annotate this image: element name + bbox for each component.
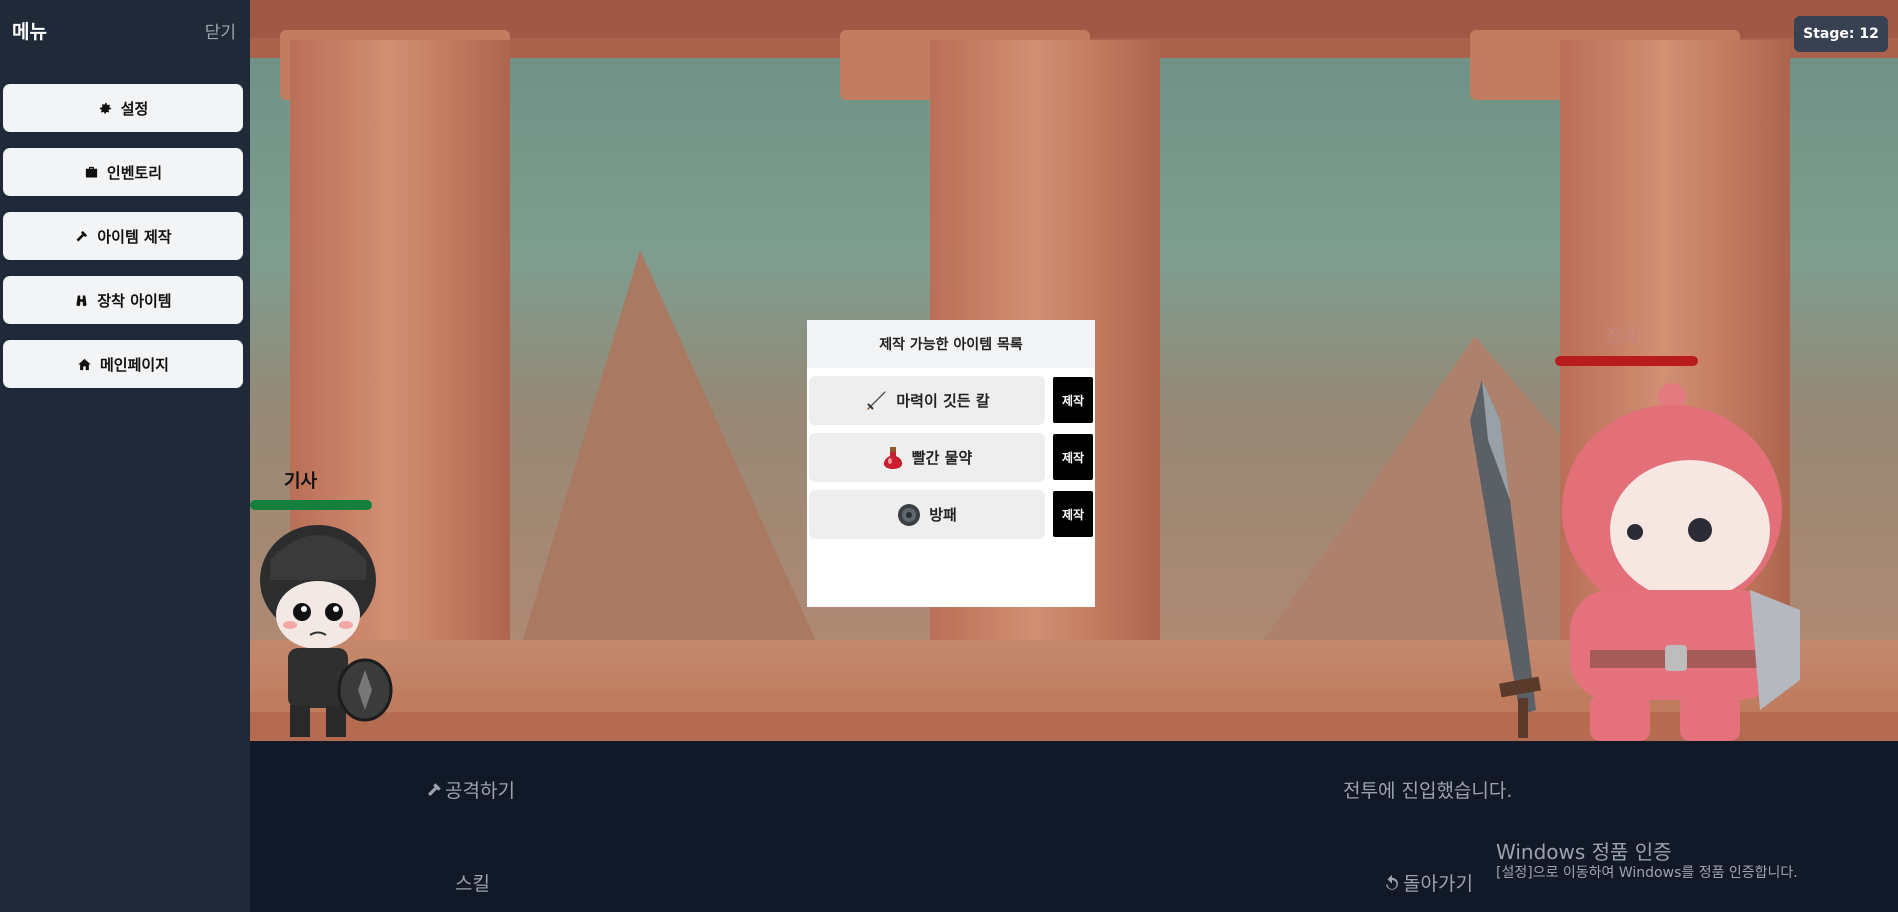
craft-button[interactable]: 제작 — [1053, 491, 1093, 537]
shield-icon — [898, 503, 921, 526]
craft-button[interactable]: 제작 — [1053, 377, 1093, 423]
briefcase-icon — [85, 166, 98, 177]
sidebar: 메뉴 닫기 설정 인벤토리 아이템 제작 장착 아이템 메인페이지 — [0, 0, 250, 912]
skill-button[interactable]: 스킬 — [455, 869, 490, 896]
sidebar-item-inventory[interactable]: 인벤토리 — [3, 148, 243, 196]
windows-activation-title: Windows 정품 인증 — [1496, 840, 1672, 864]
player-hp-bar — [250, 500, 372, 510]
craft-item-row[interactable]: 방패 — [809, 490, 1045, 539]
gear-icon — [99, 102, 111, 114]
craft-item-name: 방패 — [929, 506, 957, 524]
sidebar-item-crafting[interactable]: 아이템 제작 — [3, 212, 243, 260]
craft-dialog-title: 제작 가능한 아이템 목록 — [807, 320, 1095, 368]
windows-activation-subtitle: [설정]으로 이동하여 Windows를 정품 인증합니다. — [1496, 865, 1798, 881]
back-button[interactable]: 돌아가기 — [1383, 869, 1473, 896]
sidebar-item-label: 설정 — [120, 99, 149, 118]
craft-item-row[interactable]: 마력이 깃든 칼 — [809, 376, 1045, 425]
sidebar-item-label: 아이템 제작 — [97, 227, 172, 246]
battle-scene: Stage: 12 기사 전사 제작 가능한 아이템 목록 마력이 깃든 칼 제… — [250, 0, 1898, 741]
sidebar-item-label: 메인페이지 — [99, 355, 169, 374]
enemy-name: 전사 — [1606, 326, 1640, 347]
craft-item-name: 빨간 물약 — [911, 449, 973, 467]
sidebar-item-main-page[interactable]: 메인페이지 — [3, 340, 243, 388]
sidebar-header: 메뉴 닫기 — [12, 16, 236, 44]
warrior-character — [1470, 380, 1800, 741]
craft-button[interactable]: 제작 — [1053, 434, 1093, 480]
hammer-icon — [76, 230, 88, 241]
sword-icon — [867, 390, 887, 410]
back-label: 돌아가기 — [1403, 873, 1473, 895]
attack-button[interactable]: 공격하기 — [425, 776, 515, 803]
player-name: 기사 — [284, 471, 318, 492]
enemy-hp-bar — [1555, 356, 1698, 366]
potion-icon — [883, 446, 902, 469]
sidebar-item-label: 인벤토리 — [106, 163, 163, 182]
sidebar-item-equipment[interactable]: 장착 아이템 — [3, 276, 243, 324]
battle-controls: 공격하기 스킬 전투에 진입했습니다. 돌아가기 — [250, 741, 1898, 912]
attack-label: 공격하기 — [445, 780, 515, 802]
home-icon — [78, 358, 91, 370]
knight-character — [260, 525, 393, 737]
craft-dialog: 제작 가능한 아이템 목록 마력이 깃든 칼 제작 빨간 물약 제작 방패 제작 — [807, 320, 1095, 607]
undo-icon — [1386, 874, 1398, 890]
battle-log: 전투에 진입했습니다. — [1343, 780, 1513, 802]
craft-item-name: 마력이 깃든 칼 — [896, 392, 990, 410]
binoculars-icon — [76, 295, 87, 306]
stage-badge: Stage: 12 — [1794, 16, 1888, 52]
hammer-icon — [428, 782, 441, 796]
sidebar-title: 메뉴 — [12, 20, 47, 43]
craft-item-row[interactable]: 빨간 물약 — [809, 433, 1045, 482]
sidebar-item-settings[interactable]: 설정 — [3, 84, 243, 132]
close-sidebar-button[interactable]: 닫기 — [205, 18, 236, 43]
sidebar-item-label: 장착 아이템 — [97, 291, 172, 310]
